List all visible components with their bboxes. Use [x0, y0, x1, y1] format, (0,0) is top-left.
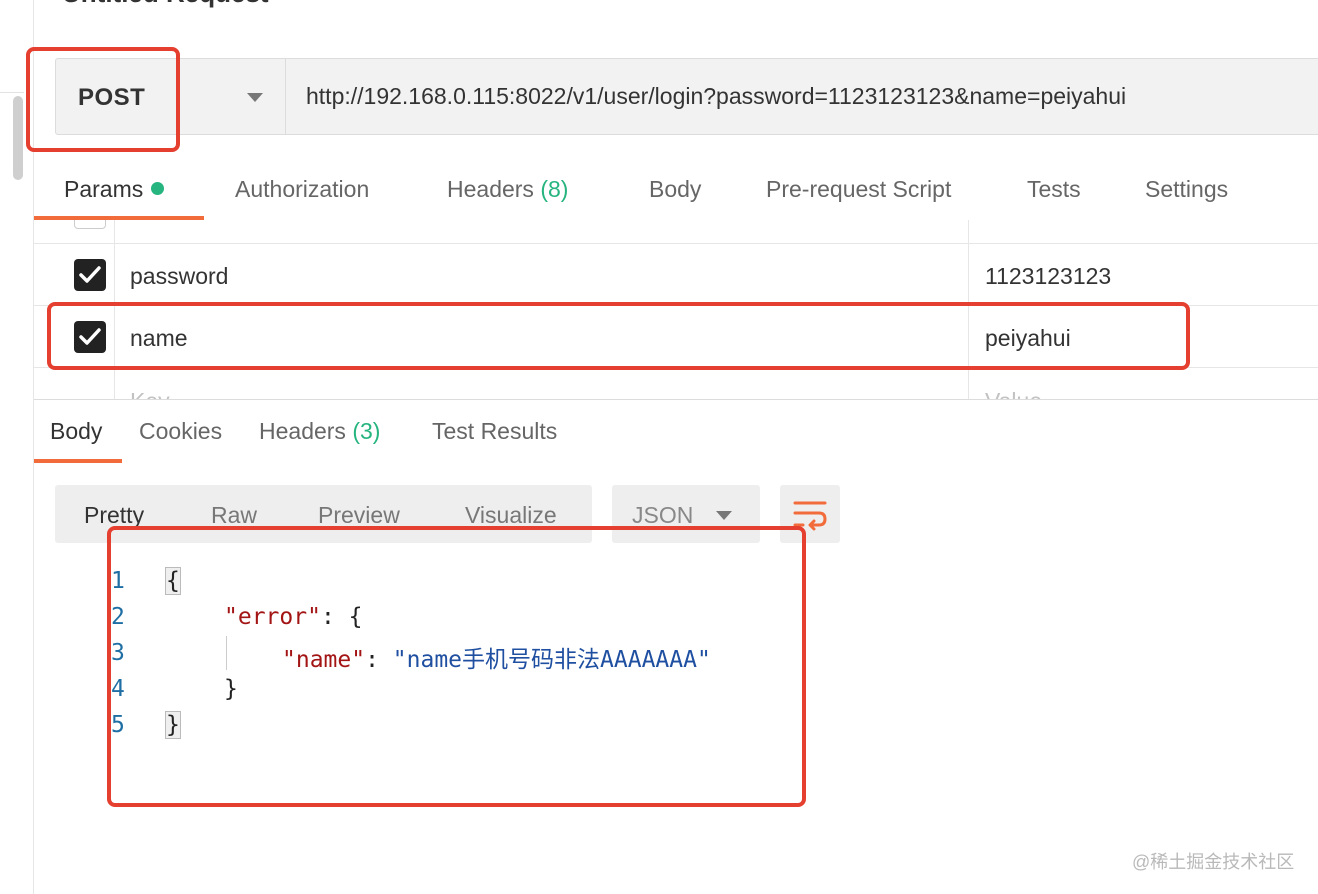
tab-pre-request-script-label: Pre-request Script	[766, 176, 952, 202]
gutter-divider	[0, 92, 24, 93]
row-checkbox-checked[interactable]	[74, 259, 106, 291]
response-tab-test-results-label: Test Results	[432, 418, 558, 444]
response-tab-headers-label: Headers	[259, 418, 346, 444]
response-tab-cookies[interactable]: Cookies	[139, 418, 222, 445]
row-checkbox[interactable]	[74, 220, 106, 229]
view-pretty-button[interactable]: Pretty	[84, 502, 144, 529]
tab-settings-label: Settings	[1145, 176, 1229, 202]
view-preview-button[interactable]: Preview	[318, 502, 400, 529]
tab-tests[interactable]: Tests	[1027, 176, 1081, 203]
response-active-tab-indicator	[34, 459, 122, 463]
response-divider[interactable]	[34, 399, 1318, 400]
tab-tests-label: Tests	[1027, 176, 1081, 202]
watermark: @稀土掘金技术社区	[1132, 852, 1295, 872]
param-key[interactable]: password	[130, 263, 228, 290]
highlight-method-box	[26, 47, 180, 152]
response-tab-cookies-label: Cookies	[139, 418, 223, 444]
response-tab-body[interactable]: Body	[50, 418, 102, 445]
tab-pre-request-script[interactable]: Pre-request Script	[766, 176, 951, 203]
tab-authorization-label: Authorization	[235, 176, 370, 202]
tab-params[interactable]: Params	[64, 176, 165, 203]
sidebar-scrollbar[interactable]	[13, 96, 23, 180]
tab-settings[interactable]: Settings	[1145, 176, 1228, 203]
format-label: JSON	[632, 502, 694, 528]
tab-body[interactable]: Body	[649, 176, 701, 203]
url-text: http://192.168.0.115:8022/v1/user/login?…	[306, 83, 1127, 109]
tab-headers-label: Headers	[447, 176, 534, 202]
response-tab-test-results[interactable]: Test Results	[432, 418, 557, 445]
chevron-down-icon	[247, 93, 263, 102]
view-raw-button[interactable]: Raw	[211, 502, 257, 529]
chevron-down-icon	[716, 511, 732, 520]
table-row	[34, 220, 1318, 244]
params-active-dot-icon	[151, 182, 165, 195]
param-value[interactable]: 1123123123	[985, 263, 1111, 290]
request-title: Untitled Request	[62, 0, 269, 9]
table-row-new: Key Value	[34, 368, 1318, 400]
url-input[interactable]: http://192.168.0.115:8022/v1/user/login?…	[286, 58, 1318, 135]
checkmark-icon	[79, 266, 101, 283]
tab-headers[interactable]: Headers (8)	[447, 176, 568, 203]
highlight-response-box	[107, 526, 806, 807]
tab-authorization[interactable]: Authorization	[235, 176, 369, 203]
highlight-name-row-box	[47, 302, 1190, 370]
response-tab-body-label: Body	[50, 418, 103, 444]
response-tab-headers[interactable]: Headers (3)	[259, 418, 380, 445]
response-tab-headers-count: (3)	[352, 418, 381, 444]
tab-headers-count: (8)	[540, 176, 569, 202]
table-row: password 1123123123	[34, 244, 1318, 306]
tab-body-label: Body	[649, 176, 702, 202]
view-visualize-button[interactable]: Visualize	[465, 502, 557, 529]
tab-params-label: Params	[64, 176, 144, 202]
